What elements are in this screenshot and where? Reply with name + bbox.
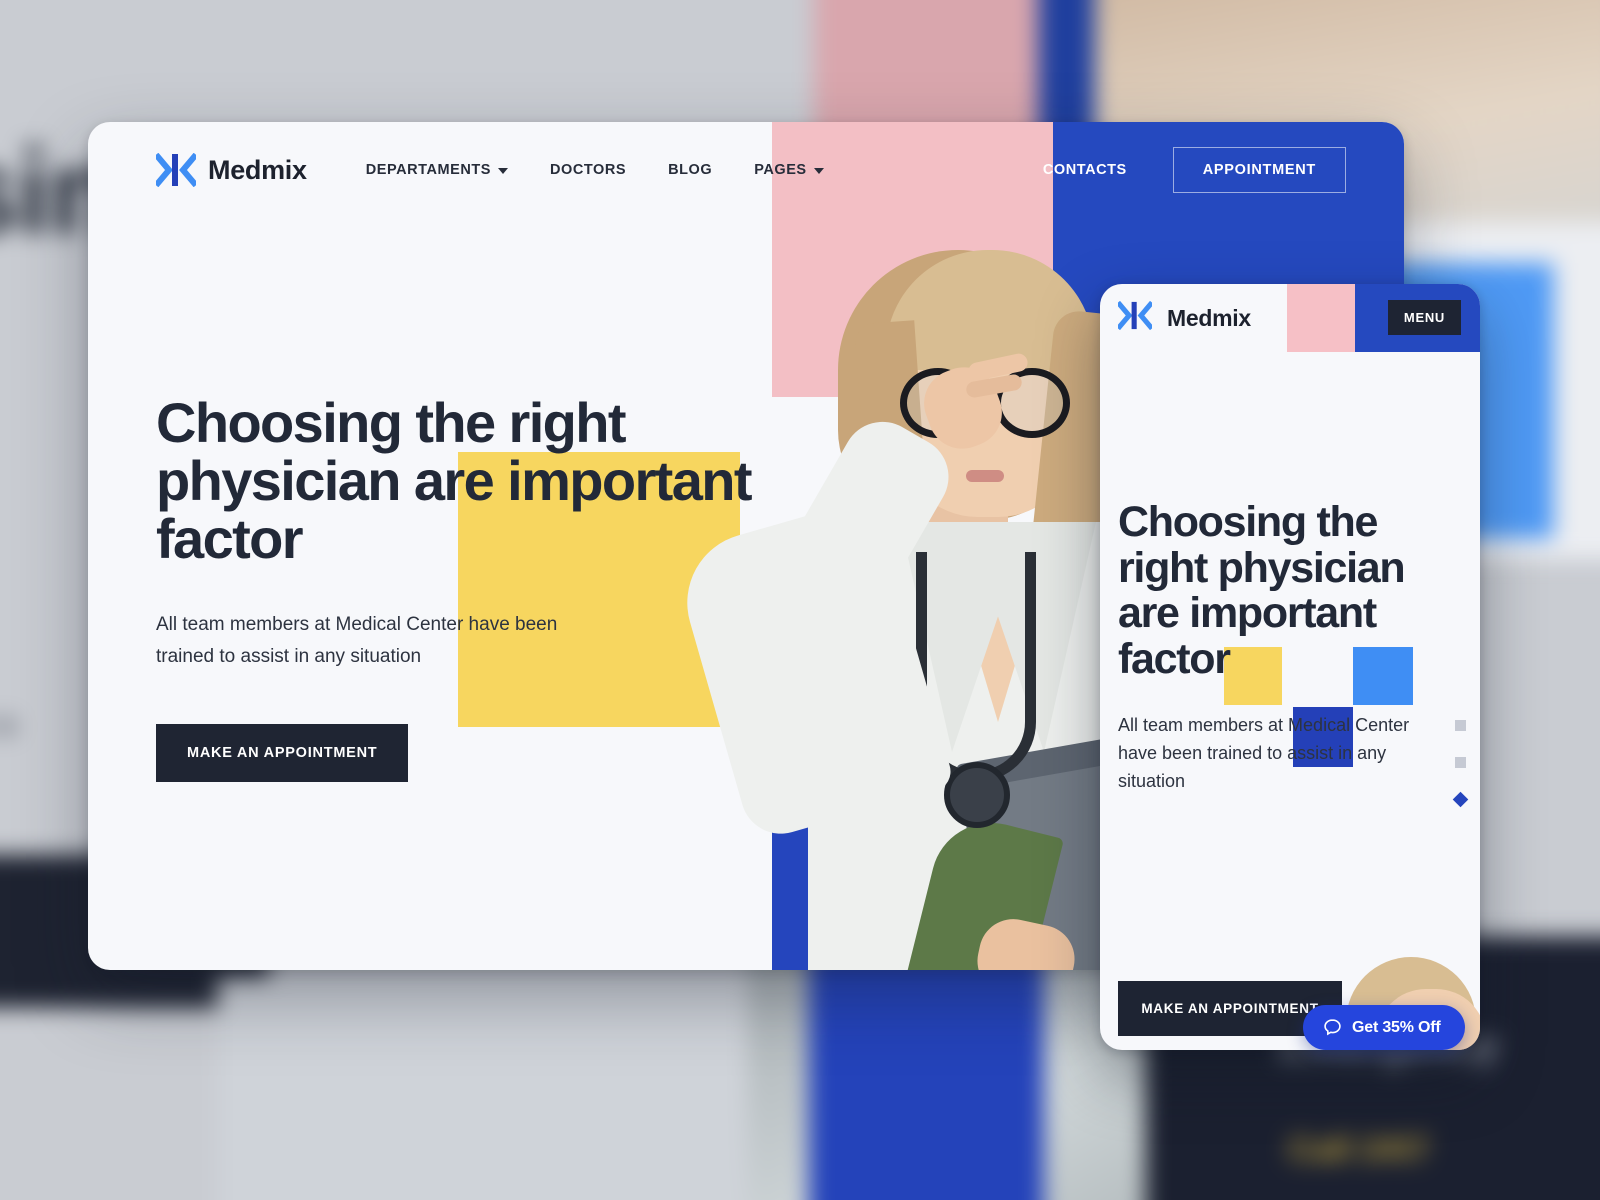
chat-promo-widget[interactable]: Get 35% Off [1303,1005,1465,1050]
chevron-down-icon [813,168,824,174]
background-gray-box [217,977,748,1200]
desktop-logo[interactable]: Medmix [156,153,307,187]
mobile-hero: Choosing the right physician are importa… [1118,498,1448,796]
nav-item-blog-label: BLOG [668,162,713,178]
mobile-hero-paragraph: All team members at Medical Center have … [1118,715,1410,792]
background-emergency-call: Call 24\7 [1288,1130,1430,1169]
slider-dot-3-active[interactable] [1452,791,1469,808]
chat-bubble-icon [1323,1018,1342,1037]
nav-item-doctors-label: DOCTORS [550,162,627,178]
nav-item-doctors[interactable]: DOCTORS [529,162,647,178]
mobile-mockup: Medmix MENU Choosing the right physician… [1100,284,1480,1050]
nav-item-pages-label: PAGES [754,162,807,178]
desktop-navbar-right: CONTACTS APPOINTMENT [1043,122,1404,218]
nav-appointment-button[interactable]: APPOINTMENT [1172,147,1346,193]
slider-dot-1[interactable] [1455,720,1466,731]
nav-item-departaments-label: DEPARTAMENTS [365,162,492,178]
nav-item-contacts[interactable]: CONTACTS [1043,162,1127,178]
mobile-logo-text: Medmix [1167,304,1251,331]
nav-item-blog[interactable]: BLOG [647,162,733,178]
desktop-hero-heading: Choosing the right physician are importa… [156,391,753,571]
mobile-slider-dots [1452,720,1469,808]
chevron-down-icon [498,168,509,174]
background-lower-blue-square [809,946,1044,1200]
desktop-main-menu: DEPARTAMENTS DOCTORS BLOG PAGES [345,162,845,178]
chat-promo-label: Get 35% Off [1352,1018,1441,1036]
medmix-arrows-logo-icon [156,153,196,187]
desktop-logo-text: Medmix [208,154,307,185]
mobile-hero-heading: Choosing the right physician are importa… [1118,498,1406,683]
slider-dot-2[interactable] [1455,757,1466,768]
mobile-menu-button[interactable]: MENU [1387,300,1461,335]
nav-item-departaments[interactable]: DEPARTAMENTS [345,162,529,178]
desktop-hero: Choosing the right physician are importa… [156,391,776,782]
desktop-navbar: Medmix DEPARTAMENTS DOCTORS BLOG PAGES C… [88,122,1404,218]
desktop-hero-paragraph: All team members at Medical Center have … [156,613,558,667]
nav-item-pages[interactable]: PAGES [733,162,844,178]
desktop-make-appointment-button[interactable]: MAKE AN APPOINTMENT [156,723,409,782]
mobile-logo[interactable]: Medmix [1118,301,1251,335]
medmix-arrows-logo-icon [1118,301,1158,335]
